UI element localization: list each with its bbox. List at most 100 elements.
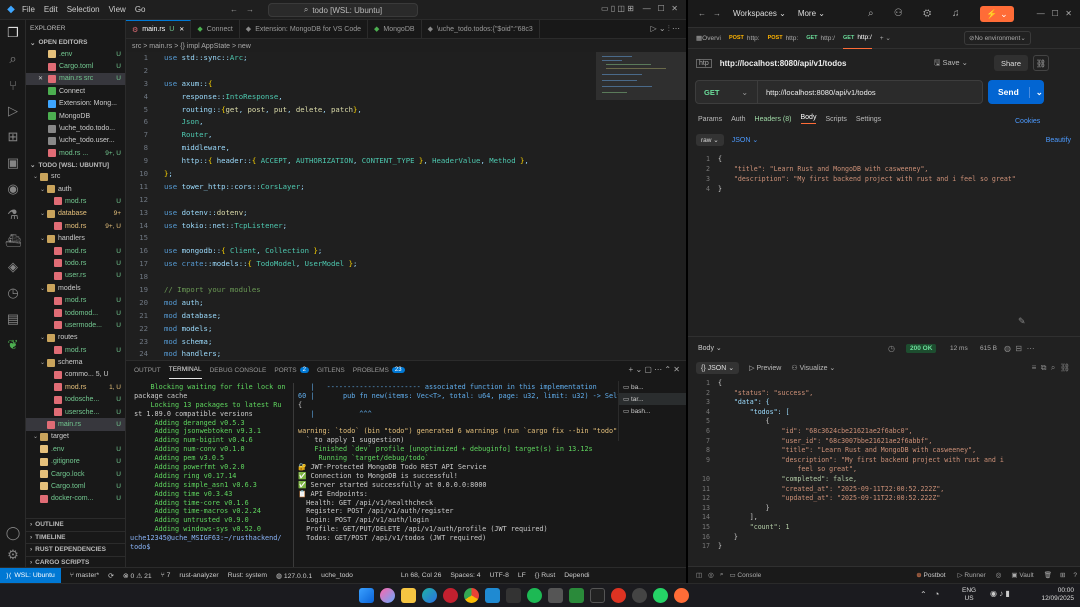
code-editor[interactable]: 1 2 3 4 5 6 7 8 9 10 11 12 13 14 15 16 17 18 19 20 21 22 23 24 … <box>126 52 596 360</box>
code-line[interactable]: response::IntoResponse, <box>164 91 594 104</box>
ports-status[interactable]: ⑂ 7 <box>161 572 171 579</box>
upgrade-button[interactable]: ⚡ ⌄ <box>980 6 1014 22</box>
cursor-position[interactable]: Ln 68, Col 26 <box>401 572 441 579</box>
code-line[interactable]: routing::{get, post, put, delete, patch}… <box>164 104 594 117</box>
folder-item[interactable]: ⌄ schema <box>26 356 125 368</box>
language-status[interactable]: {} Rust <box>535 572 555 579</box>
window-controls[interactable]: — ☐ ✕ <box>1037 9 1072 18</box>
file-explorer-icon[interactable] <box>401 588 416 603</box>
open-editor-item[interactable]: Cargo.toml U <box>26 60 125 72</box>
language-indicator[interactable]: ENG US <box>962 587 976 603</box>
folder-item[interactable]: ⌄ models <box>26 282 125 294</box>
request-body-editor[interactable]: 1{2 "title": "Learn Rust and MongoDB wit… <box>698 155 1068 335</box>
source-control-icon[interactable]: ⑂ <box>0 72 26 98</box>
open-editors-header[interactable]: ⌄ OPEN EDITORS <box>26 37 125 48</box>
file-item[interactable]: docker-com... U <box>26 493 125 505</box>
chrome-icon[interactable] <box>464 588 479 603</box>
status-badge[interactable]: 200 OK <box>906 343 937 353</box>
gitlens-icon[interactable]: ◉ <box>0 176 26 202</box>
code-line[interactable]: use mongodb::{ Client, Collection }; <box>164 245 594 258</box>
file-item[interactable]: mod.rs U <box>26 344 125 356</box>
file-item[interactable]: todomod... U <box>26 307 125 319</box>
close-icon[interactable]: ✕ <box>38 75 46 82</box>
forward-arrow-icon[interactable]: → <box>713 9 721 18</box>
layers-icon[interactable]: ◈ <box>0 254 26 280</box>
editor-tab[interactable]: ◆ Extension: MongoDB for VS Code <box>240 20 369 38</box>
terminal-instance[interactable]: ▭ tar... <box>619 393 686 405</box>
code-line[interactable]: Router, <box>164 129 594 142</box>
open-editor-item[interactable]: \uche_todo.todo... <box>26 122 125 134</box>
preview-tab[interactable]: ▷ Preview <box>749 364 781 372</box>
app-dark-icon[interactable] <box>506 588 521 603</box>
save-button[interactable]: 🖫 Save ⌄ <box>934 57 968 70</box>
code-line[interactable]: use std::sync::Arc; <box>164 52 594 65</box>
code-line[interactable] <box>164 271 594 284</box>
nav-forward-icon[interactable]: → <box>246 5 254 14</box>
code-line[interactable]: Json, <box>164 116 594 129</box>
app-red2-icon[interactable] <box>611 588 626 603</box>
open-editor-item[interactable]: .env U <box>26 48 125 60</box>
console-button[interactable]: ▭ Console <box>729 571 761 579</box>
request-config-tab[interactable]: Params <box>698 116 722 123</box>
host-status[interactable]: ◍ 127.0.0.1 <box>276 572 312 580</box>
method-select[interactable]: GET ⌄ <box>696 81 758 103</box>
open-editor-item[interactable]: Extension: Mong... <box>26 98 125 110</box>
workspace-header[interactable]: ⌄ TODO [WSL: UBUNTU] <box>26 160 125 171</box>
code-line[interactable]: mod models; <box>164 323 594 336</box>
file-item[interactable]: todosche... U <box>26 394 125 406</box>
panel-tab[interactable]: DEBUG CONSOLE <box>210 361 267 379</box>
file-item[interactable]: user.rs U <box>26 270 125 282</box>
code-line[interactable]: mod schema; <box>164 336 594 349</box>
history-icon[interactable]: ◷ <box>888 344 895 353</box>
more-menu[interactable]: More ⌄ <box>798 9 825 18</box>
tray-chevron-icon[interactable]: ⌃ <box>920 590 927 599</box>
extensions-icon[interactable]: ⊞ <box>0 124 26 150</box>
panel-tab[interactable]: GITLENS <box>317 361 345 379</box>
ai-sparkle-icon[interactable]: ✎ <box>1018 316 1026 327</box>
file-item[interactable]: main.rs U <box>26 418 125 431</box>
docker-icon[interactable]: ⛴ <box>0 228 26 254</box>
code-line[interactable]: use dotenv::dotenv; <box>164 207 594 220</box>
body-type-select[interactable]: JSON ⌄ <box>732 136 758 144</box>
response-actions[interactable]: ◍ ⊟ ⋯ <box>1004 344 1035 353</box>
request-tab[interactable]: GET http:/ <box>806 35 835 42</box>
eol-status[interactable]: LF <box>518 572 526 579</box>
cookies-link[interactable]: Cookies <box>1015 118 1040 125</box>
terminal-instance[interactable]: ▭ bash... <box>619 405 686 417</box>
request-tab[interactable]: GET http:/ <box>843 28 872 49</box>
menu-item[interactable]: Go <box>135 5 146 14</box>
panel-tab[interactable]: PROBLEMS 23 <box>353 361 405 379</box>
editor-tab[interactable]: ◆ MongoDB <box>368 20 422 38</box>
terminal-right[interactable]: | ----------------------- associated fun… <box>298 383 618 567</box>
environment-select[interactable]: ⊘ No environment ⌄ <box>964 31 1031 45</box>
open-editor-item[interactable]: mod.rs ... 9+, U <box>26 147 125 159</box>
file-item[interactable]: mod.rs U <box>26 294 125 306</box>
code-line[interactable]: use tower_http::cors::CorsLayer; <box>164 181 594 194</box>
explorer-icon[interactable]: ❐ <box>0 20 26 46</box>
panel-actions[interactable]: + ⌄ ▢ ⋯ ⌃ ✕ <box>629 365 680 374</box>
response-tools[interactable]: ≡ ⧉ ⌕ ⛓ <box>1032 363 1070 373</box>
app-list-icon[interactable] <box>548 588 563 603</box>
search-icon[interactable]: ⌕ <box>720 571 724 579</box>
code-line[interactable] <box>164 232 594 245</box>
header-icons[interactable]: ⌕ ⚇ ⚙ ♫ ◉ <box>868 8 997 19</box>
vscode-taskbar-icon[interactable] <box>485 588 500 603</box>
format-select[interactable]: {} JSON ⌄ <box>696 362 740 374</box>
run-debug-icon[interactable]: ▷ <box>0 98 26 124</box>
postman-taskbar-icon[interactable] <box>674 588 689 603</box>
response-size[interactable]: 615 B <box>980 345 997 352</box>
folder-item[interactable]: ⌄ target <box>26 431 125 443</box>
terminal-instance[interactable]: ▭ ba... <box>619 381 686 393</box>
settings-gear-icon[interactable]: ⚙ <box>0 542 26 568</box>
folder-item[interactable]: ⌄ src <box>26 171 125 183</box>
body-line[interactable]: 1{ <box>698 155 1068 165</box>
file-item[interactable]: Cargo.lock U <box>26 468 125 480</box>
request-config-tab[interactable]: Settings <box>856 116 881 123</box>
request-name[interactable]: http://localhost:8080/api/v1/todos <box>720 59 847 68</box>
workspaces-menu[interactable]: Workspaces ⌄ <box>733 9 786 18</box>
search-icon[interactable]: ⌕ <box>0 46 26 72</box>
encoding-status[interactable]: UTF-8 <box>490 572 509 579</box>
terminal-left[interactable]: Blocking waiting for file lock on packag… <box>130 383 290 567</box>
open-editor-item[interactable]: MongoDB <box>26 110 125 122</box>
app-green-icon[interactable] <box>569 588 584 603</box>
